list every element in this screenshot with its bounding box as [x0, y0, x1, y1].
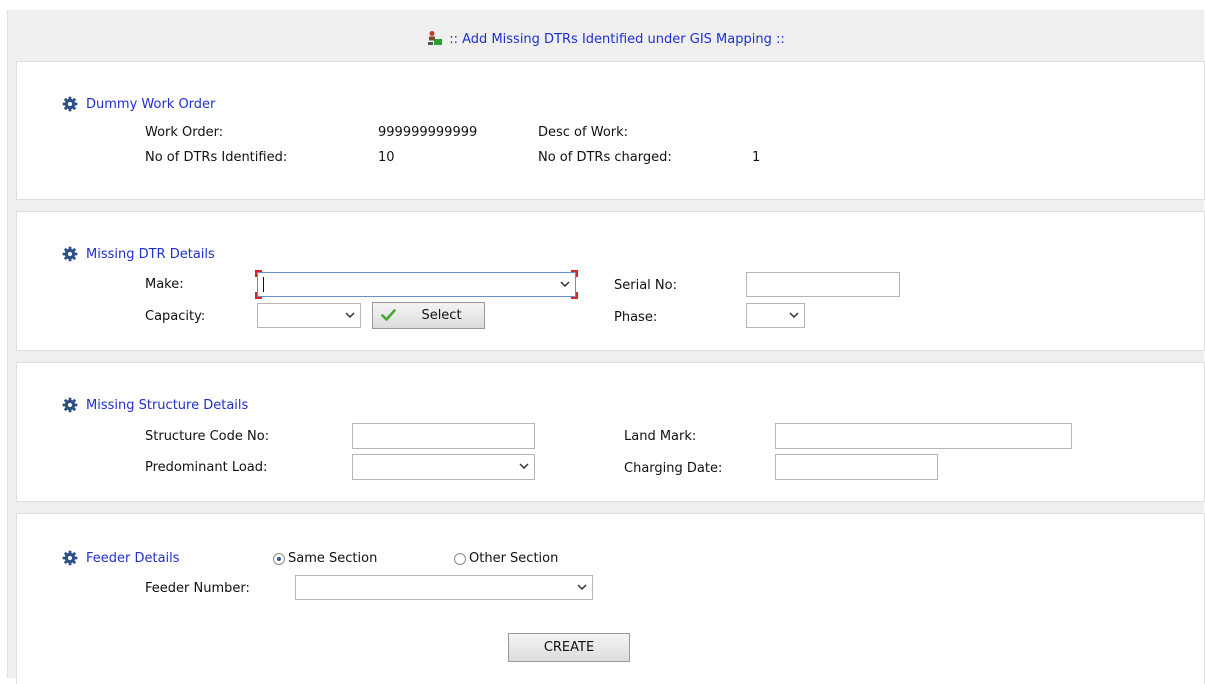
- feeder-number-label: Feeder Number:: [145, 581, 250, 596]
- form-title: :: Add Missing DTRs Identified under GIS…: [449, 32, 785, 47]
- desc-of-work-label: Desc of Work:: [538, 125, 629, 140]
- make-select[interactable]: [255, 270, 578, 299]
- checkmark-icon: [381, 309, 396, 321]
- gear-icon: [62, 96, 78, 112]
- focus-corner: [571, 270, 578, 277]
- same-section-label: Same Section: [288, 551, 378, 566]
- other-section-label: Other Section: [469, 551, 559, 566]
- predominant-load-select[interactable]: [352, 454, 535, 480]
- section-title-missing-dtr: Missing DTR Details: [86, 247, 215, 262]
- focus-corner: [571, 292, 578, 299]
- feeder-panel: Feeder Details Same Section Other Sectio…: [16, 513, 1205, 684]
- form-frame: :: Add Missing DTRs Identified under GIS…: [7, 10, 1205, 684]
- user-network-icon: [427, 30, 443, 51]
- work-order-value: 999999999999: [378, 125, 478, 140]
- gear-icon: [62, 246, 78, 262]
- missing-structure-panel: Missing Structure Details Structure Code…: [16, 362, 1205, 502]
- focus-corner: [255, 270, 262, 277]
- predominant-load-label: Predominant Load:: [145, 460, 268, 475]
- landmark-input[interactable]: [775, 423, 1072, 449]
- dtrs-identified-label: No of DTRs Identified:: [145, 150, 288, 165]
- chevron-down-icon: [577, 583, 587, 590]
- create-button[interactable]: CREATE: [508, 633, 630, 662]
- dtrs-identified-value: 10: [378, 150, 395, 165]
- structure-code-label: Structure Code No:: [145, 429, 270, 444]
- dtrs-charged-label: No of DTRs charged:: [538, 150, 672, 165]
- text-caret: [263, 277, 264, 292]
- landmark-label: Land Mark:: [624, 429, 697, 444]
- structure-code-input[interactable]: [352, 423, 535, 449]
- gear-icon: [62, 550, 78, 566]
- select-button[interactable]: Select: [372, 302, 485, 329]
- section-title-missing-structure: Missing Structure Details: [86, 398, 249, 413]
- charging-date-label: Charging Date:: [624, 461, 723, 476]
- serial-no-input[interactable]: [746, 272, 900, 297]
- chevron-down-icon: [789, 311, 799, 318]
- phase-label: Phase:: [614, 310, 658, 325]
- dtrs-charged-value: 1: [752, 150, 761, 165]
- phase-select[interactable]: [746, 303, 805, 328]
- form-header: :: Add Missing DTRs Identified under GIS…: [8, 30, 1204, 51]
- make-label: Make:: [145, 277, 184, 292]
- focus-corner: [255, 292, 262, 299]
- section-title-dummy-work-order: Dummy Work Order: [86, 97, 216, 112]
- feeder-number-select[interactable]: [295, 575, 593, 600]
- chevron-down-icon: [560, 280, 570, 287]
- work-order-label: Work Order:: [145, 125, 224, 140]
- serial-no-label: Serial No:: [614, 278, 677, 293]
- section-title-feeder: Feeder Details: [86, 551, 180, 566]
- chevron-down-icon: [519, 463, 529, 469]
- chevron-down-icon: [345, 311, 355, 318]
- capacity-select[interactable]: [257, 303, 361, 328]
- other-section-radio[interactable]: [454, 553, 466, 565]
- same-section-radio[interactable]: [273, 553, 285, 565]
- missing-dtr-panel: Missing DTR Details Make: Serial No: Cap…: [16, 211, 1205, 351]
- gear-icon: [62, 397, 78, 413]
- charging-date-input[interactable]: [775, 454, 938, 480]
- dummy-work-order-panel: Dummy Work Order Work Order: 99999999999…: [16, 61, 1205, 200]
- select-button-label: Select: [421, 308, 462, 323]
- capacity-label: Capacity:: [145, 309, 206, 324]
